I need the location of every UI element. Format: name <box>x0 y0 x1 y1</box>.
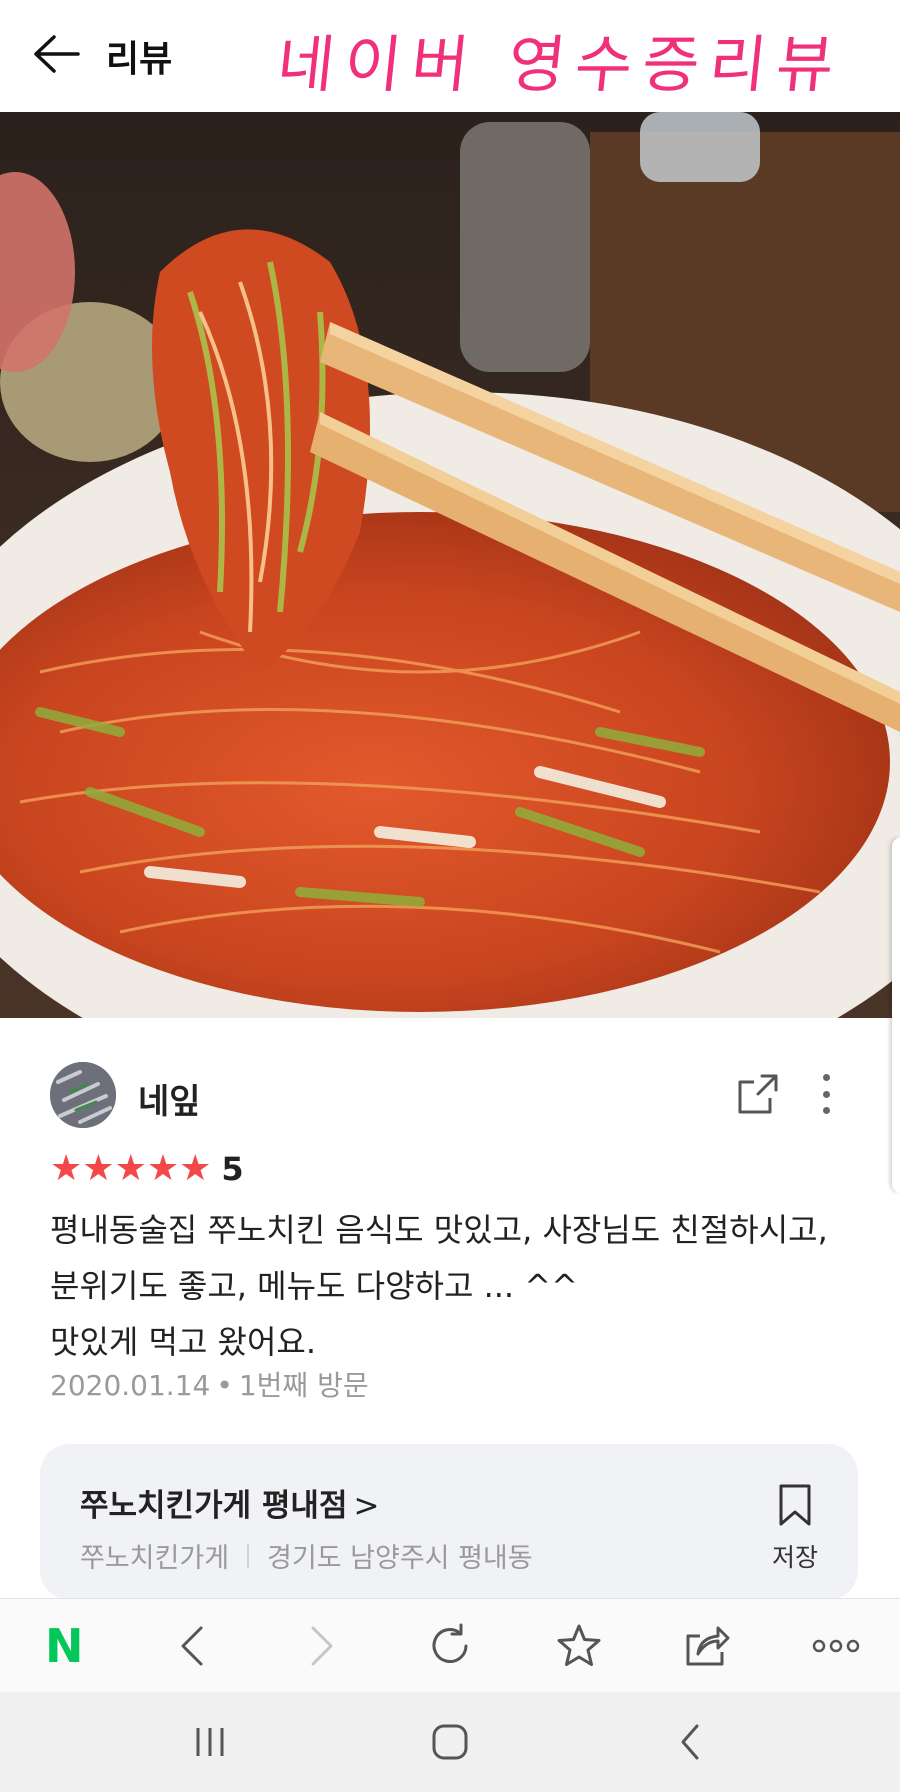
more-icon <box>812 1639 859 1652</box>
refresh-icon <box>432 1623 468 1663</box>
forward-icon <box>311 1626 333 1665</box>
recent-apps-icon <box>196 1728 224 1756</box>
visit-count: 1번째 방문 <box>238 1369 369 1402</box>
refresh-button[interactable] <box>410 1606 490 1686</box>
save-label: 저장 <box>771 1543 818 1572</box>
browser-forward-button[interactable] <box>281 1606 361 1686</box>
store-name[interactable]: 쭈노치킨가게 평내점 > <box>80 1480 379 1525</box>
star-icon: ★ <box>82 1148 115 1189</box>
app-header: 리뷰 네이버 영수증리뷰 <box>0 0 900 112</box>
avatar-image <box>50 1062 116 1128</box>
browser-back-button[interactable] <box>153 1606 233 1686</box>
rating-value: 5 <box>221 1150 244 1188</box>
bookmark-star-icon <box>557 1624 601 1666</box>
store-address: 경기도 남양주시 평내동 <box>267 1543 533 1574</box>
review-photo[interactable] <box>0 112 900 1018</box>
more-dot-icon <box>822 1090 830 1098</box>
edge-panel-handle[interactable] <box>892 838 900 1192</box>
overlay-caption: 네이버 영수증리뷰 <box>273 28 848 101</box>
browser-share-button[interactable] <box>667 1606 747 1686</box>
share-icon <box>686 1626 730 1665</box>
review-meta: 2020.01.14 • 1번째 방문 <box>50 1364 369 1404</box>
arrow-left-icon <box>34 35 80 73</box>
bookmark-icon <box>779 1484 811 1526</box>
review-page: 리뷰 네이버 영수증리뷰 네잎 ★ ★ ★ ★ ★ 5 평내동술집 쭈노치킨 음… <box>0 0 900 1792</box>
star-rating: ★ ★ ★ ★ ★ 5 <box>50 1150 244 1188</box>
star-icon: ★ <box>114 1148 147 1189</box>
review-card: 네잎 ★ ★ ★ ★ ★ 5 평내동술집 쭈노치킨 음식도 맛있고, 사장님도 … <box>0 1018 900 1600</box>
review-author[interactable]: 네잎 <box>138 1074 201 1123</box>
star-icon: ★ <box>50 1148 83 1189</box>
review-more-button[interactable] <box>808 1068 844 1120</box>
more-dot-icon <box>822 1074 830 1081</box>
naver-home-icon: N <box>45 1618 84 1673</box>
star-icon: ★ <box>146 1148 180 1189</box>
store-name-label: 쭈노치킨가게 평내점 <box>80 1488 348 1524</box>
home-button[interactable] <box>405 1702 495 1782</box>
system-back-icon <box>681 1724 699 1760</box>
store-category: 쭈노치킨가게 <box>80 1543 230 1574</box>
meta-separator: • <box>216 1369 233 1402</box>
naver-home-button[interactable]: N <box>24 1606 104 1686</box>
browser-more-button[interactable] <box>796 1606 876 1686</box>
page-title: 리뷰 <box>106 39 173 80</box>
review-date: 2020.01.14 <box>50 1369 211 1402</box>
system-navigation-bar <box>0 1692 900 1792</box>
back-button[interactable] <box>28 26 84 82</box>
share-icon <box>738 1074 778 1114</box>
divider <box>247 1543 250 1568</box>
avatar[interactable] <box>50 1062 116 1128</box>
browser-toolbar: N <box>0 1598 900 1692</box>
food-photo-illustration <box>0 112 900 1018</box>
share-review-button[interactable] <box>732 1068 784 1120</box>
bookmark-star-button[interactable] <box>539 1606 619 1686</box>
back-icon <box>181 1626 203 1665</box>
star-icon: ★ <box>179 1148 212 1189</box>
system-back-button[interactable] <box>645 1702 735 1782</box>
home-icon <box>432 1724 468 1760</box>
store-card[interactable]: 쭈노치킨가게 평내점 > 쭈노치킨가게 경기도 남양주시 평내동 저장 <box>40 1444 858 1600</box>
review-text: 평내동술집 쭈노치킨 음식도 맛있고, 사장님도 친절하시고, 분위기도 좋고,… <box>50 1211 828 1361</box>
recent-apps-button[interactable] <box>165 1702 255 1782</box>
chevron-right-icon: > <box>353 1488 380 1524</box>
store-info: 쭈노치킨가게 경기도 남양주시 평내동 <box>80 1536 533 1575</box>
save-button[interactable]: 저장 <box>760 1482 830 1572</box>
more-dot-icon <box>822 1107 830 1114</box>
